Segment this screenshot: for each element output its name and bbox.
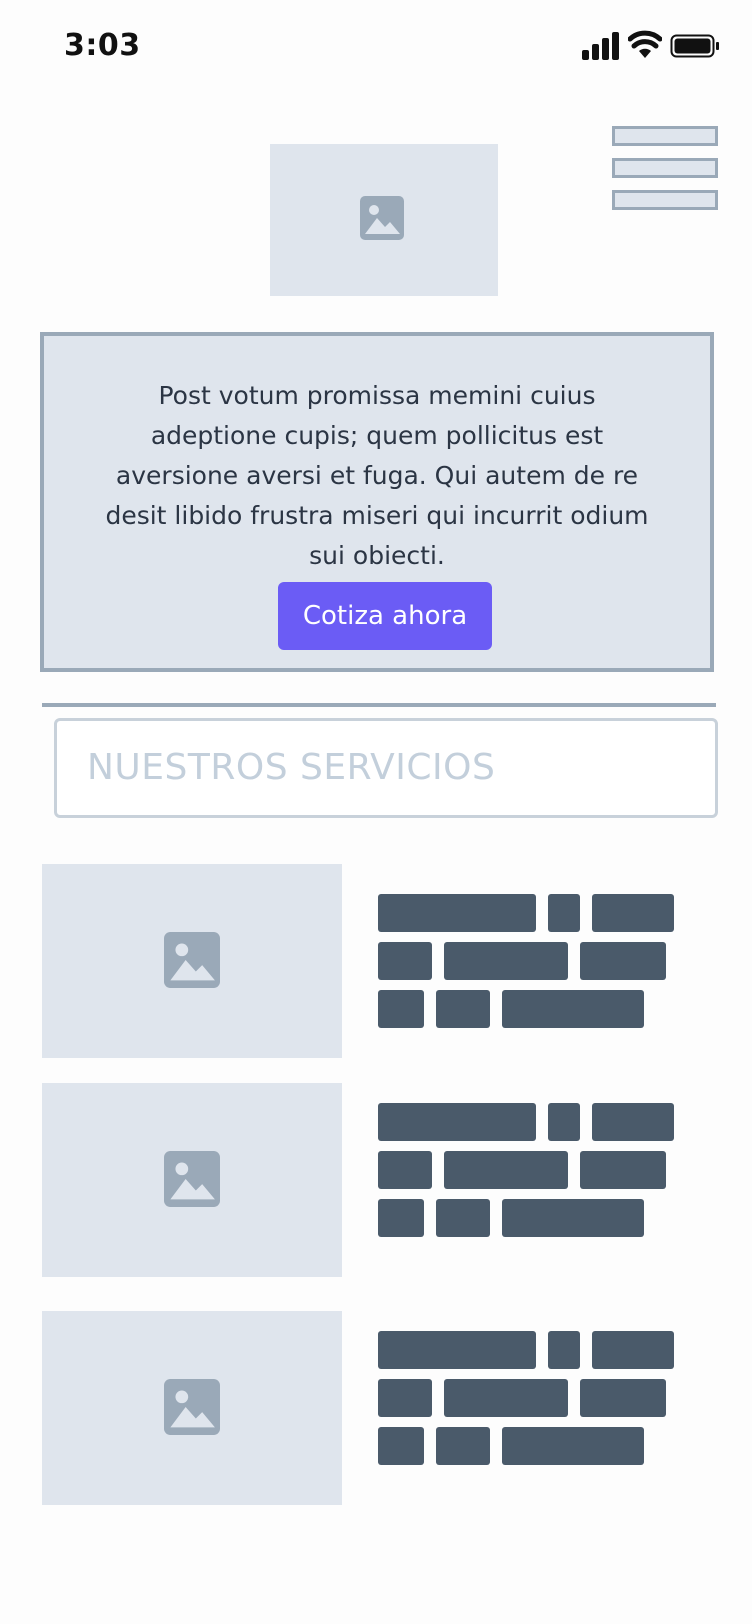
text-placeholder-block [436, 1199, 490, 1237]
menu-bar [612, 158, 718, 178]
text-placeholder-block [444, 1379, 568, 1417]
hero-box: Post votum promissa memini cuius adeptio… [40, 332, 714, 672]
text-placeholder-block [580, 1379, 666, 1417]
text-placeholder-block [592, 894, 674, 932]
text-placeholder-block [502, 990, 644, 1028]
text-placeholder-block [580, 1151, 666, 1189]
image-icon [164, 1151, 220, 1207]
text-placeholder-block [436, 1427, 490, 1465]
text-placeholder-block [378, 1151, 432, 1189]
status-time: 3:03 [64, 28, 141, 63]
text-placeholder-block [548, 894, 580, 932]
signal-icon [582, 32, 619, 60]
text-placeholder-block [548, 1103, 580, 1141]
logo-placeholder [270, 144, 498, 296]
text-placeholder-block [502, 1199, 644, 1237]
service-image-placeholder [42, 1311, 342, 1505]
text-placeholder-block [436, 990, 490, 1028]
hamburger-menu-button[interactable] [612, 126, 718, 210]
status-icons [582, 30, 722, 62]
services-title: NUESTROS SERVICIOS [87, 747, 496, 788]
text-placeholder-block [378, 894, 536, 932]
divider [42, 703, 716, 707]
status-bar: 3:03 [0, 0, 752, 90]
menu-bar [612, 190, 718, 210]
image-icon [164, 1379, 220, 1435]
service-card[interactable] [42, 1311, 722, 1505]
text-placeholder-block [444, 942, 568, 980]
text-placeholder-block [378, 942, 432, 980]
text-placeholder-block [548, 1331, 580, 1369]
service-card[interactable] [42, 864, 722, 1058]
battery-icon [670, 34, 719, 58]
text-placeholder-block [592, 1331, 674, 1369]
services-title-box: NUESTROS SERVICIOS [54, 718, 718, 818]
text-placeholder-block [378, 1379, 432, 1417]
image-icon [164, 932, 220, 988]
image-icon [360, 196, 404, 240]
text-placeholder-block [378, 990, 424, 1028]
wifi-icon [628, 30, 662, 58]
cta-button[interactable]: Cotiza ahora [278, 582, 492, 650]
service-card[interactable] [42, 1083, 722, 1277]
text-placeholder-block [378, 1199, 424, 1237]
text-placeholder-block [378, 1331, 536, 1369]
service-image-placeholder [42, 1083, 342, 1277]
text-placeholder-block [592, 1103, 674, 1141]
menu-bar [612, 126, 718, 146]
hero-text: Post votum promissa memini cuius adeptio… [105, 381, 649, 570]
text-placeholder-block [444, 1151, 568, 1189]
text-placeholder-block [580, 942, 666, 980]
text-placeholder-block [378, 1427, 424, 1465]
text-placeholder-block [502, 1427, 644, 1465]
service-image-placeholder [42, 864, 342, 1058]
text-placeholder-block [378, 1103, 536, 1141]
